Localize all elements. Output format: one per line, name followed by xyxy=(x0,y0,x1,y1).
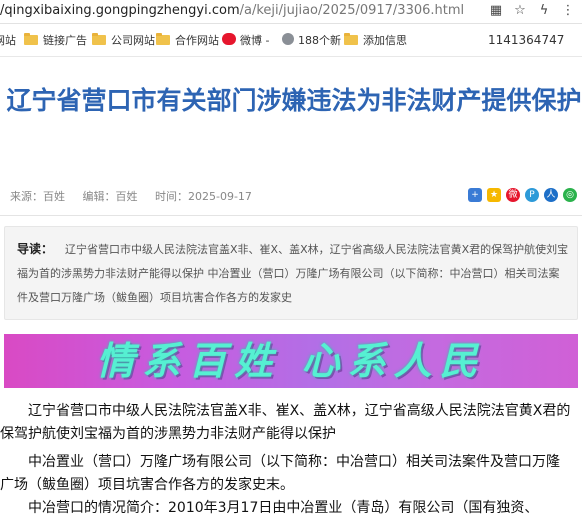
bookmark-item[interactable]: 公司网站 xyxy=(92,32,155,48)
article-paragraph: 中冶置业（营口）万隆广场有限公司（以下简称：中冶营口）相关司法案件及营口万隆广场… xyxy=(0,454,560,493)
folder-icon xyxy=(156,33,170,45)
bookmark-item[interactable]: 添加信思 xyxy=(344,32,407,48)
bookmark-label: 188个新 xyxy=(298,34,341,47)
bookmark-label: 链接广告 xyxy=(43,34,87,47)
article-paragraph: 辽宁省营口市中级人民法院法官盖X非、崔X、盖X林，辽宁省高级人民法院法官黄X君的… xyxy=(0,403,571,442)
bookmark-label: 合作网站 xyxy=(175,34,219,47)
bookmark-label: 公司网站 xyxy=(111,34,155,47)
url-text[interactable]: /qingxibaixing.gongpingzhengyi.com/a/kej… xyxy=(0,3,464,18)
bookmark-label: 微博 - xyxy=(240,34,270,47)
article-editor: 编辑：百姓 xyxy=(82,190,138,203)
summary-label: 导读： xyxy=(17,242,54,256)
bookmark-label: 添加信思 xyxy=(363,34,407,47)
article-time: 时间：2025-09-17 xyxy=(155,190,252,203)
divider xyxy=(0,215,582,216)
star-icon[interactable]: ☆ xyxy=(512,3,528,19)
article-paragraph: 中冶营口的情况简介：2010年3月17日由中冶置业（青岛）有限公司（国有独资、 xyxy=(28,500,539,516)
article-meta: 来源：百姓 编辑：百姓 时间：2025-09-17 xyxy=(10,188,266,204)
folder-icon xyxy=(344,33,358,45)
page-title: 辽宁省营口市有关部门涉嫌违法为非法财产提供保护 xyxy=(6,86,582,115)
share-wechat-icon[interactable]: ◎ xyxy=(563,188,577,202)
bookmark-number: 1141364747 xyxy=(488,33,565,47)
article-source: 来源：百姓 xyxy=(10,190,65,203)
share-weibo-icon[interactable]: 微 xyxy=(506,188,520,202)
bookmark-item[interactable]: 链接广告 xyxy=(24,32,87,48)
share-renren-icon[interactable]: 人 xyxy=(544,188,558,202)
summary-text: 辽宁省营口市中级人民法院法官盖X非、崔X、盖X林，辽宁省高级人民法院法官黄X君的… xyxy=(17,243,569,304)
banner-text: 情系百姓 心系人民 xyxy=(96,339,486,383)
grid-icon[interactable]: ▦ xyxy=(488,3,504,19)
bookmark-item[interactable]: 网站 xyxy=(0,32,16,48)
folder-icon xyxy=(92,33,106,45)
bookmark-item[interactable]: 合作网站 xyxy=(156,32,219,48)
menu-icon[interactable]: ⋮ xyxy=(560,3,576,19)
folder-icon xyxy=(24,33,38,45)
weibo-icon xyxy=(222,33,236,45)
bookmark-item[interactable]: 188个新 xyxy=(282,32,341,48)
bookmarks-bar: 网站 链接广告 公司网站 合作网站 微博 - 188个新 添加信思 114136… xyxy=(0,24,582,57)
banner-image: 情系百姓 心系人民 xyxy=(4,334,578,388)
article-summary: 导读： 辽宁省营口市中级人民法院法官盖X非、崔X、盖X林，辽宁省高级人民法院法官黄… xyxy=(4,226,578,320)
bookmark-item[interactable]: 微博 - xyxy=(222,32,269,48)
lightning-icon[interactable]: ϟ xyxy=(536,3,552,19)
url-path: /a/keji/jujiao/2025/0917/3306.html xyxy=(239,3,465,18)
globe-icon xyxy=(282,33,294,45)
bookmark-label: 网站 xyxy=(0,34,16,47)
share-plus-icon[interactable]: + xyxy=(468,188,482,202)
share-pinterest-icon[interactable]: P xyxy=(525,188,539,202)
address-bar[interactable]: /qingxibaixing.gongpingzhengyi.com/a/kej… xyxy=(0,0,582,24)
url-domain: /qingxibaixing.gongpingzhengyi.com xyxy=(0,3,240,18)
share-qzone-icon[interactable]: ★ xyxy=(487,188,501,202)
